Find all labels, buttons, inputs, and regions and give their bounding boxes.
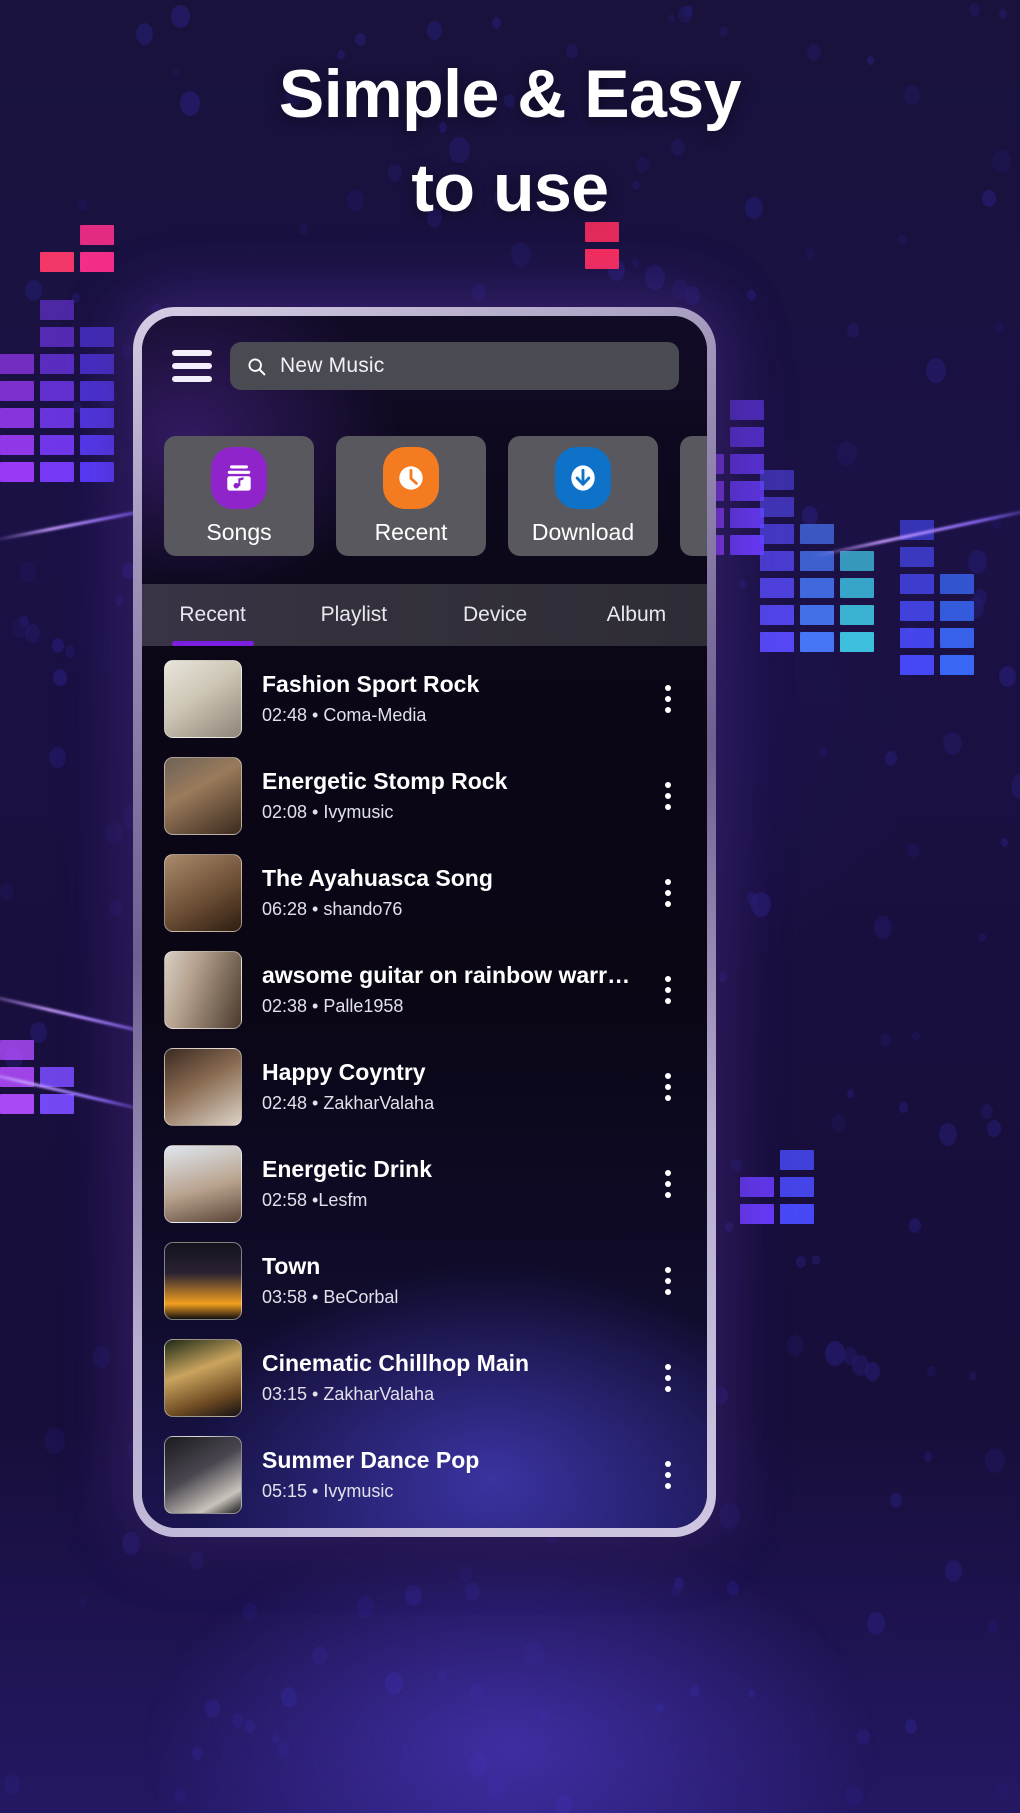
- tab-label: Album: [606, 603, 667, 626]
- tab-playlist[interactable]: Playlist: [283, 584, 424, 646]
- tab-recent[interactable]: Recent: [142, 584, 283, 646]
- song-row[interactable]: Energetic Drink 02:58 •Lesfm: [142, 1135, 707, 1232]
- song-title: The Ayahuasca Song: [262, 865, 493, 891]
- song-row[interactable]: awsome guitar on rainbow warrior 02:38 • …: [142, 941, 707, 1038]
- song-row[interactable]: Energetic Stomp Rock 02:08 • Ivymusic: [142, 747, 707, 844]
- search-value: New Music: [280, 354, 385, 377]
- download-arrow-icon: [555, 446, 611, 509]
- song-meta: Fashion Sport Rock 02:48 • Coma-Media: [262, 671, 631, 726]
- song-meta: Happy Coyntry 02:48 • ZakharValaha: [262, 1059, 631, 1114]
- song-meta: Energetic Stomp Rock 02:08 • Ivymusic: [262, 768, 631, 823]
- three-dot-menu-icon[interactable]: [651, 878, 685, 907]
- three-dot-menu-icon[interactable]: [651, 975, 685, 1004]
- song-row[interactable]: Cinematic Chillhop Main 03:15 • ZakharVal…: [142, 1329, 707, 1426]
- quick-action-label: Recent: [374, 518, 448, 545]
- tab-label: Playlist: [320, 603, 388, 626]
- search-input[interactable]: New Music: [230, 342, 679, 390]
- album-art: [164, 1144, 242, 1223]
- tab-bar: Recent Playlist Device Album: [142, 584, 707, 646]
- three-dot-menu-icon[interactable]: [651, 684, 685, 713]
- album-art: [164, 1435, 242, 1514]
- song-subtitle: 02:48 • ZakharValaha: [262, 1093, 435, 1113]
- phone-mockup: New Music Songs Recent Download Theme Recen…: [133, 307, 716, 1537]
- song-subtitle: 02:58 •Lesfm: [262, 1190, 368, 1210]
- song-subtitle: 05:15 • Ivymusic: [262, 1481, 394, 1501]
- quick-action-label: Songs: [206, 518, 272, 545]
- three-dot-menu-icon[interactable]: [651, 1169, 685, 1198]
- headline-line-2: to use: [411, 149, 609, 226]
- promo-headline: Simple & Easy to use: [0, 48, 1020, 236]
- album-art: [164, 950, 242, 1029]
- song-title: Cinematic Chillhop Main: [262, 1350, 530, 1376]
- song-title: Fashion Sport Rock: [262, 671, 480, 697]
- song-list[interactable]: Fashion Sport Rock 02:48 • Coma-Media Ener…: [142, 646, 707, 1528]
- song-meta: Town 03:58 • BeCorbal: [262, 1253, 631, 1308]
- tab-label: Device: [463, 603, 528, 626]
- three-dot-menu-icon[interactable]: [651, 1363, 685, 1392]
- app-topbar: New Music: [142, 316, 707, 390]
- clock-icon: [383, 446, 439, 509]
- song-subtitle: 02:08 • Ivymusic: [262, 802, 394, 822]
- song-meta: Cinematic Chillhop Main 03:15 • ZakharVal…: [262, 1350, 631, 1405]
- song-meta: Energetic Drink 02:58 •Lesfm: [262, 1156, 631, 1211]
- song-row[interactable]: Summer Dance Pop 05:15 • Ivymusic: [142, 1426, 707, 1523]
- tab-device[interactable]: Device: [425, 584, 566, 646]
- album-art: [164, 1338, 242, 1417]
- tab-label: Recent: [179, 603, 246, 626]
- album-art: [164, 659, 242, 738]
- song-title: Summer Dance Pop: [262, 1447, 480, 1473]
- three-dot-menu-icon[interactable]: [651, 1460, 685, 1489]
- song-subtitle: 02:38 • Palle1958: [262, 996, 404, 1016]
- three-dot-menu-icon[interactable]: [651, 781, 685, 810]
- album-art: [164, 853, 242, 932]
- three-dot-menu-icon[interactable]: [651, 1266, 685, 1295]
- music-library-icon: [211, 446, 267, 509]
- song-row[interactable]: Happy Coyntry 02:48 • ZakharValaha: [142, 1038, 707, 1135]
- song-title: Energetic Drink: [262, 1156, 432, 1182]
- quick-action-songs[interactable]: Songs: [164, 436, 314, 556]
- song-subtitle: 03:15 • ZakharValaha: [262, 1384, 435, 1404]
- song-title: awsome guitar on rainbow warrior: [262, 962, 631, 988]
- album-art: [164, 1047, 242, 1126]
- hamburger-menu-icon[interactable]: [172, 350, 212, 382]
- song-subtitle: 03:58 • BeCorbal: [262, 1287, 399, 1307]
- quick-action-recent[interactable]: Recent: [336, 436, 486, 556]
- song-title: Happy Coyntry: [262, 1059, 426, 1085]
- three-dot-menu-icon[interactable]: [651, 1072, 685, 1101]
- quick-action-theme[interactable]: Theme: [680, 436, 707, 556]
- quick-action-label: Download: [531, 518, 635, 545]
- headline-line-1: Simple & Easy: [278, 56, 742, 132]
- album-art: [164, 1241, 242, 1320]
- song-subtitle: 06:28 • shando76: [262, 899, 403, 919]
- song-meta: awsome guitar on rainbow warrior 02:38 • …: [262, 962, 631, 1017]
- song-row[interactable]: Town 03:58 • BeCorbal: [142, 1232, 707, 1329]
- album-art: [164, 756, 242, 835]
- app-screen: New Music Songs Recent Download Theme Recen…: [142, 316, 707, 1528]
- tab-album[interactable]: Album: [566, 584, 707, 646]
- quick-action-row: Songs Recent Download Theme: [142, 390, 707, 556]
- search-icon: [248, 357, 266, 375]
- song-row[interactable]: The Ayahuasca Song 06:28 • shando76: [142, 844, 707, 941]
- song-row[interactable]: Fashion Sport Rock 02:48 • Coma-Media: [142, 650, 707, 747]
- song-title: Town: [262, 1253, 321, 1279]
- song-title: Energetic Stomp Rock: [262, 768, 508, 794]
- song-subtitle: 02:48 • Coma-Media: [262, 705, 427, 725]
- song-meta: The Ayahuasca Song 06:28 • shando76: [262, 865, 631, 920]
- quick-action-download[interactable]: Download: [508, 436, 658, 556]
- song-meta: Summer Dance Pop 05:15 • Ivymusic: [262, 1447, 631, 1502]
